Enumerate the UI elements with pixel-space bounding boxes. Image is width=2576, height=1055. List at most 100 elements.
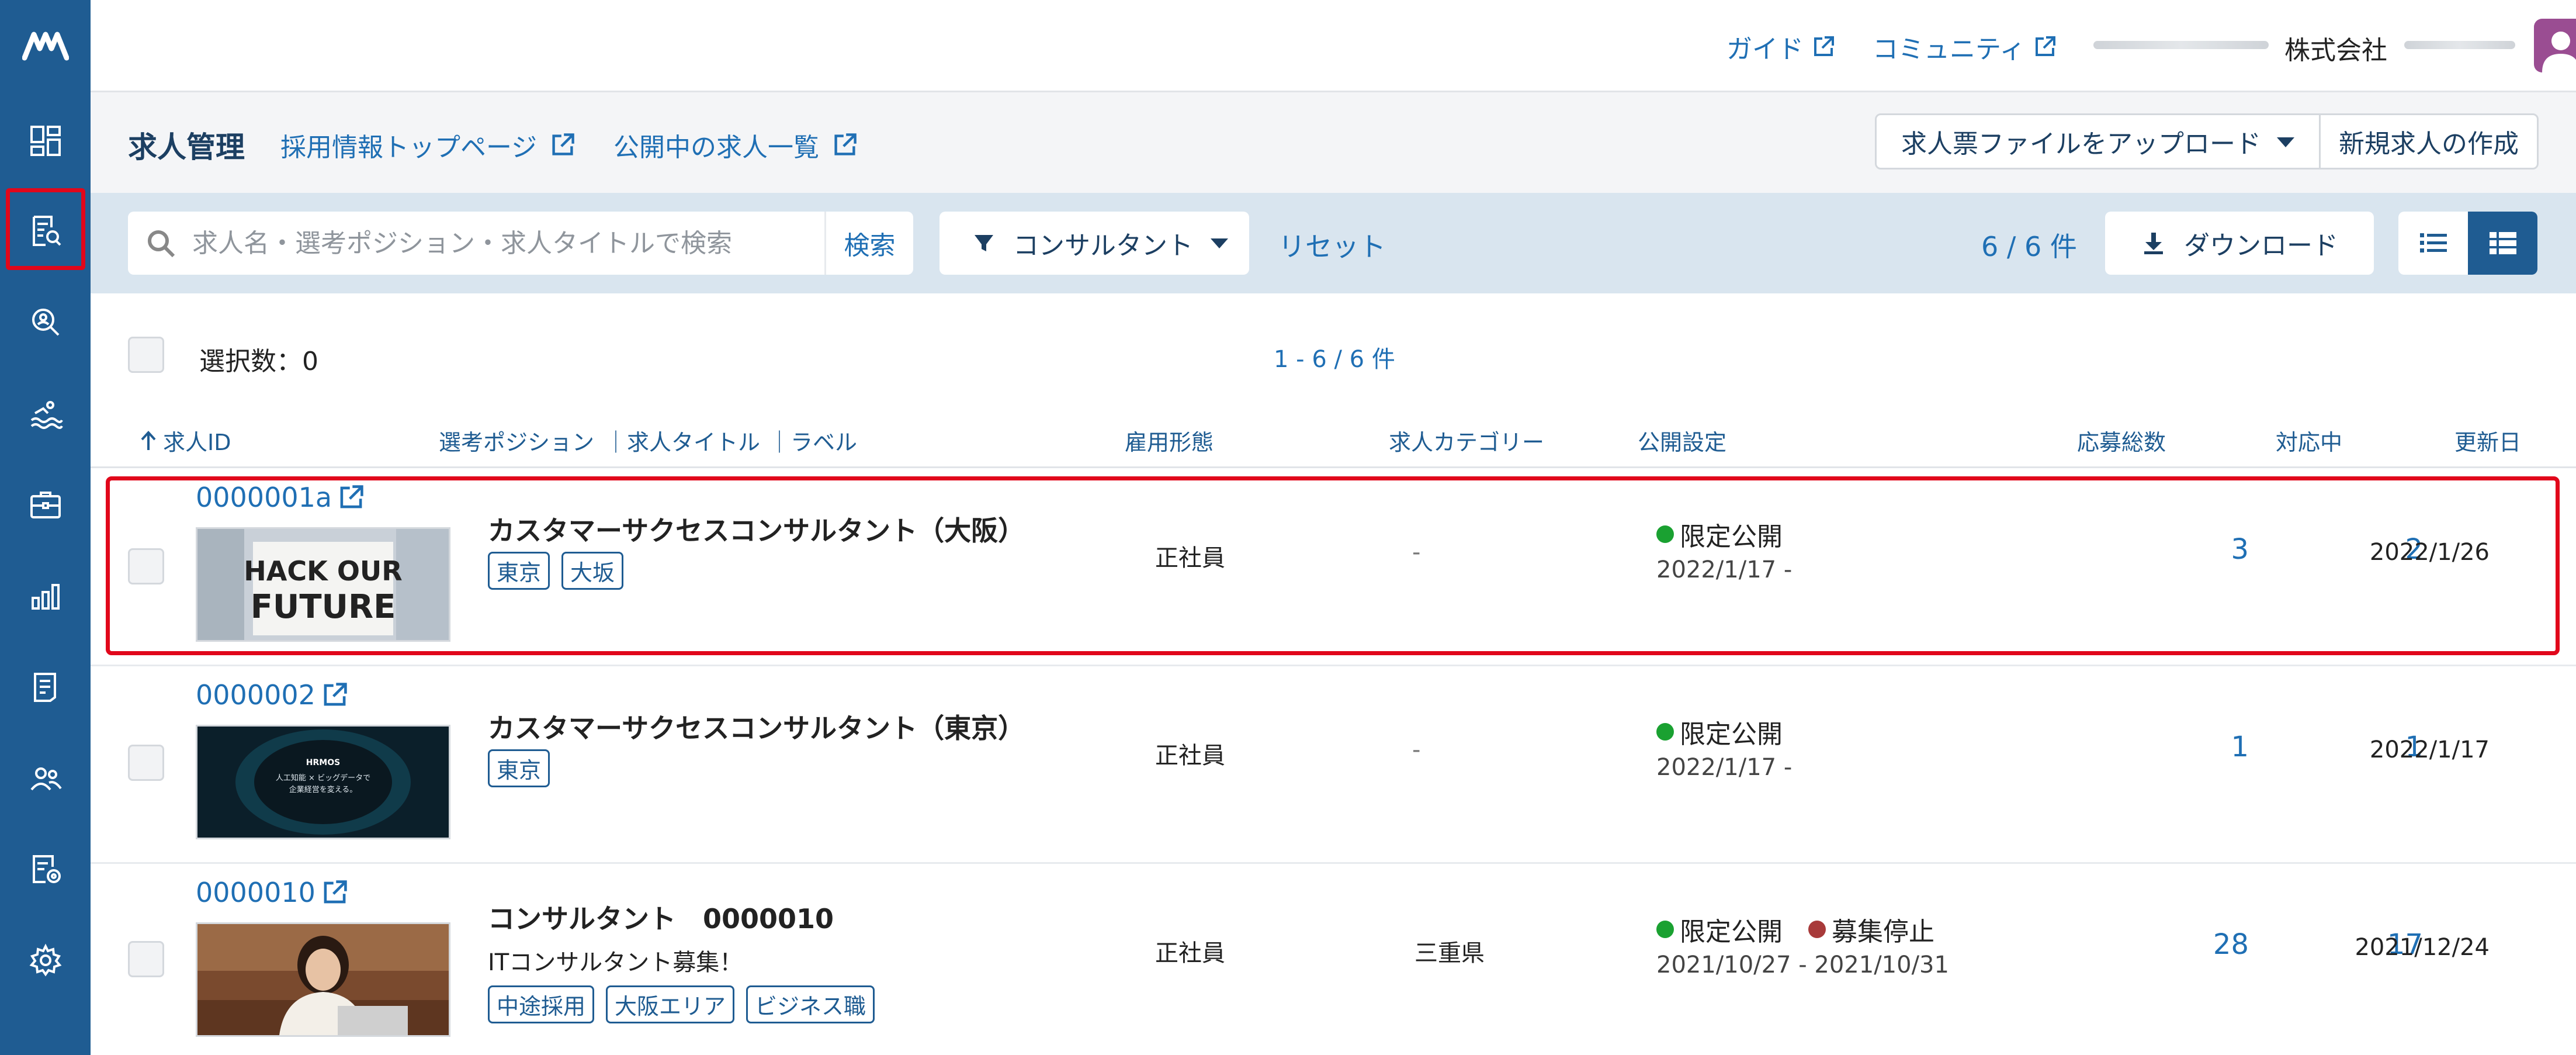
sidebar-swimmer-icon[interactable] (0, 375, 91, 451)
column-header-employment[interactable]: 雇用形態 (1125, 424, 1214, 456)
publish-status-label: 限定公開 (1680, 522, 1783, 552)
thumbnail-text-line3: 企業経営を変える。 (289, 785, 358, 794)
filter-icon (975, 235, 993, 251)
publish-status: 限定公開 募集停止 (1656, 911, 1934, 948)
upload-job-file-button[interactable]: 求人票ファイルをアップロード (1877, 115, 2321, 168)
search-box: 検索 (128, 212, 913, 275)
sidebar-briefcase-icon[interactable] (0, 466, 91, 542)
external-link-icon (1814, 36, 1834, 56)
table-row[interactable]: 0000002 HRMOS 人工知能 × ビッグデータで 企業経営を変える。 カ… (91, 666, 2576, 864)
updated-date: 2022/1/17 (2369, 736, 2490, 763)
guide-label: ガイド (1726, 34, 1804, 64)
row-checkbox[interactable] (128, 941, 164, 977)
job-id: 0000001a (196, 482, 332, 513)
thumbnail-text-line2: FUTURE (251, 588, 396, 626)
job-category: - (1412, 736, 1421, 763)
top-bar: ガイド コミュニティ 株式会社 (91, 0, 2576, 92)
card-view-button[interactable] (2468, 212, 2537, 275)
sidebar-candidate-search-icon[interactable] (0, 284, 91, 360)
table-row[interactable]: 0000001a HACK OUR FUTURE カスタマーサクセスコンサルタン… (91, 469, 2576, 666)
job-id: 0000010 (196, 877, 316, 908)
external-link-icon (2036, 36, 2056, 56)
row-checkbox[interactable] (128, 548, 164, 584)
page-title: 求人管理 (128, 130, 245, 164)
updated-date: 2022/1/26 (2369, 539, 2490, 566)
job-id-link[interactable]: 0000010 (196, 877, 348, 908)
selected-count: 選択数：0 (199, 347, 318, 376)
job-id: 0000002 (196, 679, 316, 711)
publish-period: 2022/1/17 - (1656, 556, 1793, 583)
tag-label: 東京 (488, 749, 550, 787)
external-link-icon (340, 485, 363, 509)
sidebar-gear-icon[interactable] (0, 922, 91, 998)
recruit-top-label: 採用情報トップページ (280, 133, 538, 162)
job-title[interactable]: カスタマーサクセスコンサルタント（大阪） (488, 510, 1025, 548)
column-header-label[interactable]: ｜ラベル (768, 424, 857, 456)
recruit-top-link[interactable]: 採用情報トップページ (280, 126, 575, 164)
publish-status-label: 限定公開 (1680, 917, 1783, 947)
search-button[interactable]: 検索 (824, 212, 913, 275)
page-header: 求人管理 採用情報トップページ 公開中の求人一覧 求人票ファイルをアップロード … (91, 92, 2576, 193)
sidebar-users-icon[interactable] (0, 740, 91, 816)
table-row[interactable]: 0000010 コンサルタント 0000010 ITコンサルタント募集！ 中途採… (91, 864, 2576, 1055)
job-tags: 中途採用 大阪エリア ビジネス職 (488, 985, 875, 1023)
chevron-down-icon (1211, 238, 1228, 248)
view-toggle (2398, 212, 2537, 275)
publish-period: 2022/1/17 - (1656, 754, 1793, 781)
job-list: 選択数：0 1 - 6 / 6 件 求人ID 選考ポジション ｜求人タイトル ｜… (91, 293, 2576, 1055)
employment-type: 正社員 (1155, 742, 1225, 769)
download-button[interactable]: ダウンロード (2105, 212, 2374, 275)
publish-status-label: 限定公開 (1680, 720, 1783, 749)
app-logo-icon[interactable] (0, 8, 91, 84)
community-link[interactable]: コミュニティ (1873, 28, 2057, 65)
thumbnail-photo (197, 924, 449, 1035)
job-id-link[interactable]: 0000001a (196, 482, 365, 513)
search-icon (148, 230, 175, 258)
applicant-count[interactable]: 1 (2179, 731, 2249, 763)
header-divider (91, 466, 2576, 468)
search-input[interactable] (192, 223, 776, 263)
guide-link[interactable]: ガイド (1726, 28, 1835, 65)
company-label: 株式会社 (2284, 36, 2387, 65)
publish-status: 限定公開 (1656, 713, 1783, 750)
thumbnail-image: HRMOS 人工知能 × ビッグデータで 企業経営を変える。 (197, 727, 449, 838)
arrow-up-icon (141, 430, 156, 450)
column-header-position[interactable]: 選考ポジション (439, 424, 594, 456)
public-jobs-link[interactable]: 公開中の求人一覧 (613, 126, 858, 164)
select-all-checkbox[interactable] (128, 337, 164, 373)
download-icon (2144, 233, 2163, 254)
column-header-id[interactable]: 求人ID (137, 424, 231, 456)
external-link-icon (324, 880, 347, 904)
job-title[interactable]: コンサルタント 0000010 (488, 898, 834, 936)
job-subtitle: ITコンサルタント募集！ (488, 949, 743, 976)
column-header-applicants[interactable]: 応募総数 (2077, 424, 2166, 456)
thumbnail-text-line1: HRMOS (306, 758, 340, 767)
column-header-in-progress[interactable]: 対応中 (2276, 424, 2342, 456)
user-avatar[interactable] (2534, 19, 2576, 72)
row-checkbox[interactable] (128, 745, 164, 781)
job-id-link[interactable]: 0000002 (196, 679, 348, 711)
thumbnail-image: HACK OUR FUTURE (197, 529, 449, 640)
job-tags: 東京 大坂 (488, 552, 624, 590)
list-view-icon (2419, 233, 2447, 252)
column-header-category[interactable]: 求人カテゴリー (1389, 424, 1544, 456)
create-job-button[interactable]: 新規求人の作成 (2321, 115, 2537, 168)
consultant-filter-dropdown[interactable]: コンサルタント (939, 212, 1249, 275)
job-title[interactable]: カスタマーサクセスコンサルタント（東京） (488, 707, 1025, 746)
tag-label: ビジネス職 (746, 985, 875, 1023)
applicant-count[interactable]: 3 (2179, 533, 2249, 566)
status-dot-green (1656, 525, 1674, 543)
chevron-down-icon (2277, 137, 2294, 147)
sidebar-settings-doc-icon[interactable] (0, 831, 91, 907)
sidebar-analytics-icon[interactable] (0, 558, 91, 634)
sidebar-documents-icon[interactable] (0, 649, 91, 725)
list-view-button[interactable] (2398, 212, 2468, 275)
column-header-job-title[interactable]: ｜求人タイトル (605, 424, 760, 456)
external-link-icon (834, 133, 857, 155)
column-header-publish[interactable]: 公開設定 (1638, 424, 1726, 456)
reset-link[interactable]: リセット (1278, 226, 1386, 264)
sidebar-dashboard-icon[interactable] (0, 103, 91, 179)
sidebar-job-management-icon[interactable] (0, 193, 91, 269)
applicant-count[interactable]: 28 (2179, 928, 2249, 961)
column-header-updated[interactable]: 更新日 (2454, 424, 2521, 456)
